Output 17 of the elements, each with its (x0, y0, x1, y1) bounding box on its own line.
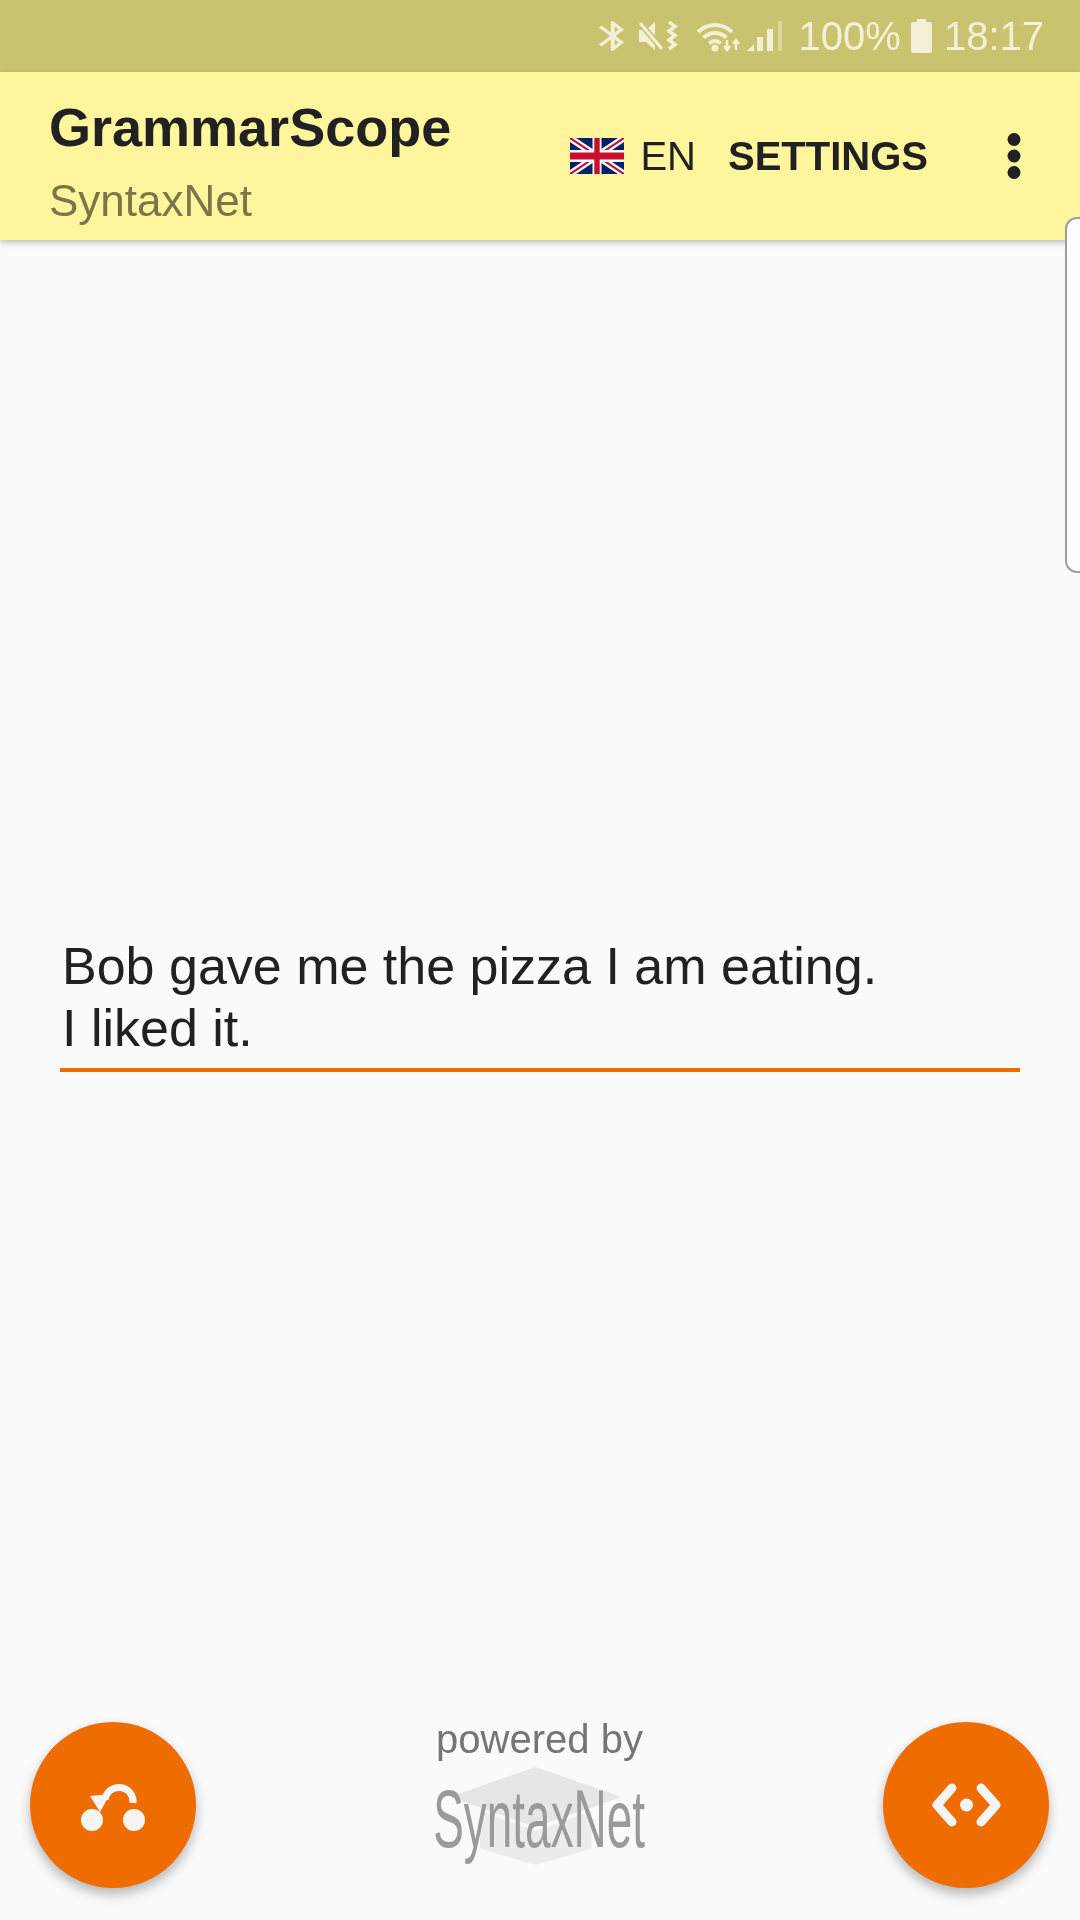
wifi-icon (694, 20, 741, 52)
flag-icon (570, 138, 625, 174)
battery-percent: 100% (798, 13, 901, 59)
app-subtitle: SyntaxNet (49, 175, 253, 227)
powered-by-caption: powered by (436, 1716, 643, 1762)
more-options-icon (1007, 133, 1021, 179)
chevrons-dot-icon (931, 1783, 1001, 1827)
app-title: GrammarScope (49, 96, 452, 158)
muted-speaker-icon (637, 20, 679, 52)
battery-icon (910, 19, 932, 53)
bluetooth-icon (598, 21, 624, 51)
clock-time: 18:17 (943, 13, 1044, 59)
logo: SyntaxNet (433, 1767, 646, 1865)
signal-icon (746, 21, 785, 51)
language-button[interactable]: EN (558, 125, 708, 187)
text-input-field[interactable]: Bob gave me the pizza I am eating. I liked it. (60, 935, 1020, 1072)
settings-button[interactable]: SETTINGS (715, 125, 940, 187)
